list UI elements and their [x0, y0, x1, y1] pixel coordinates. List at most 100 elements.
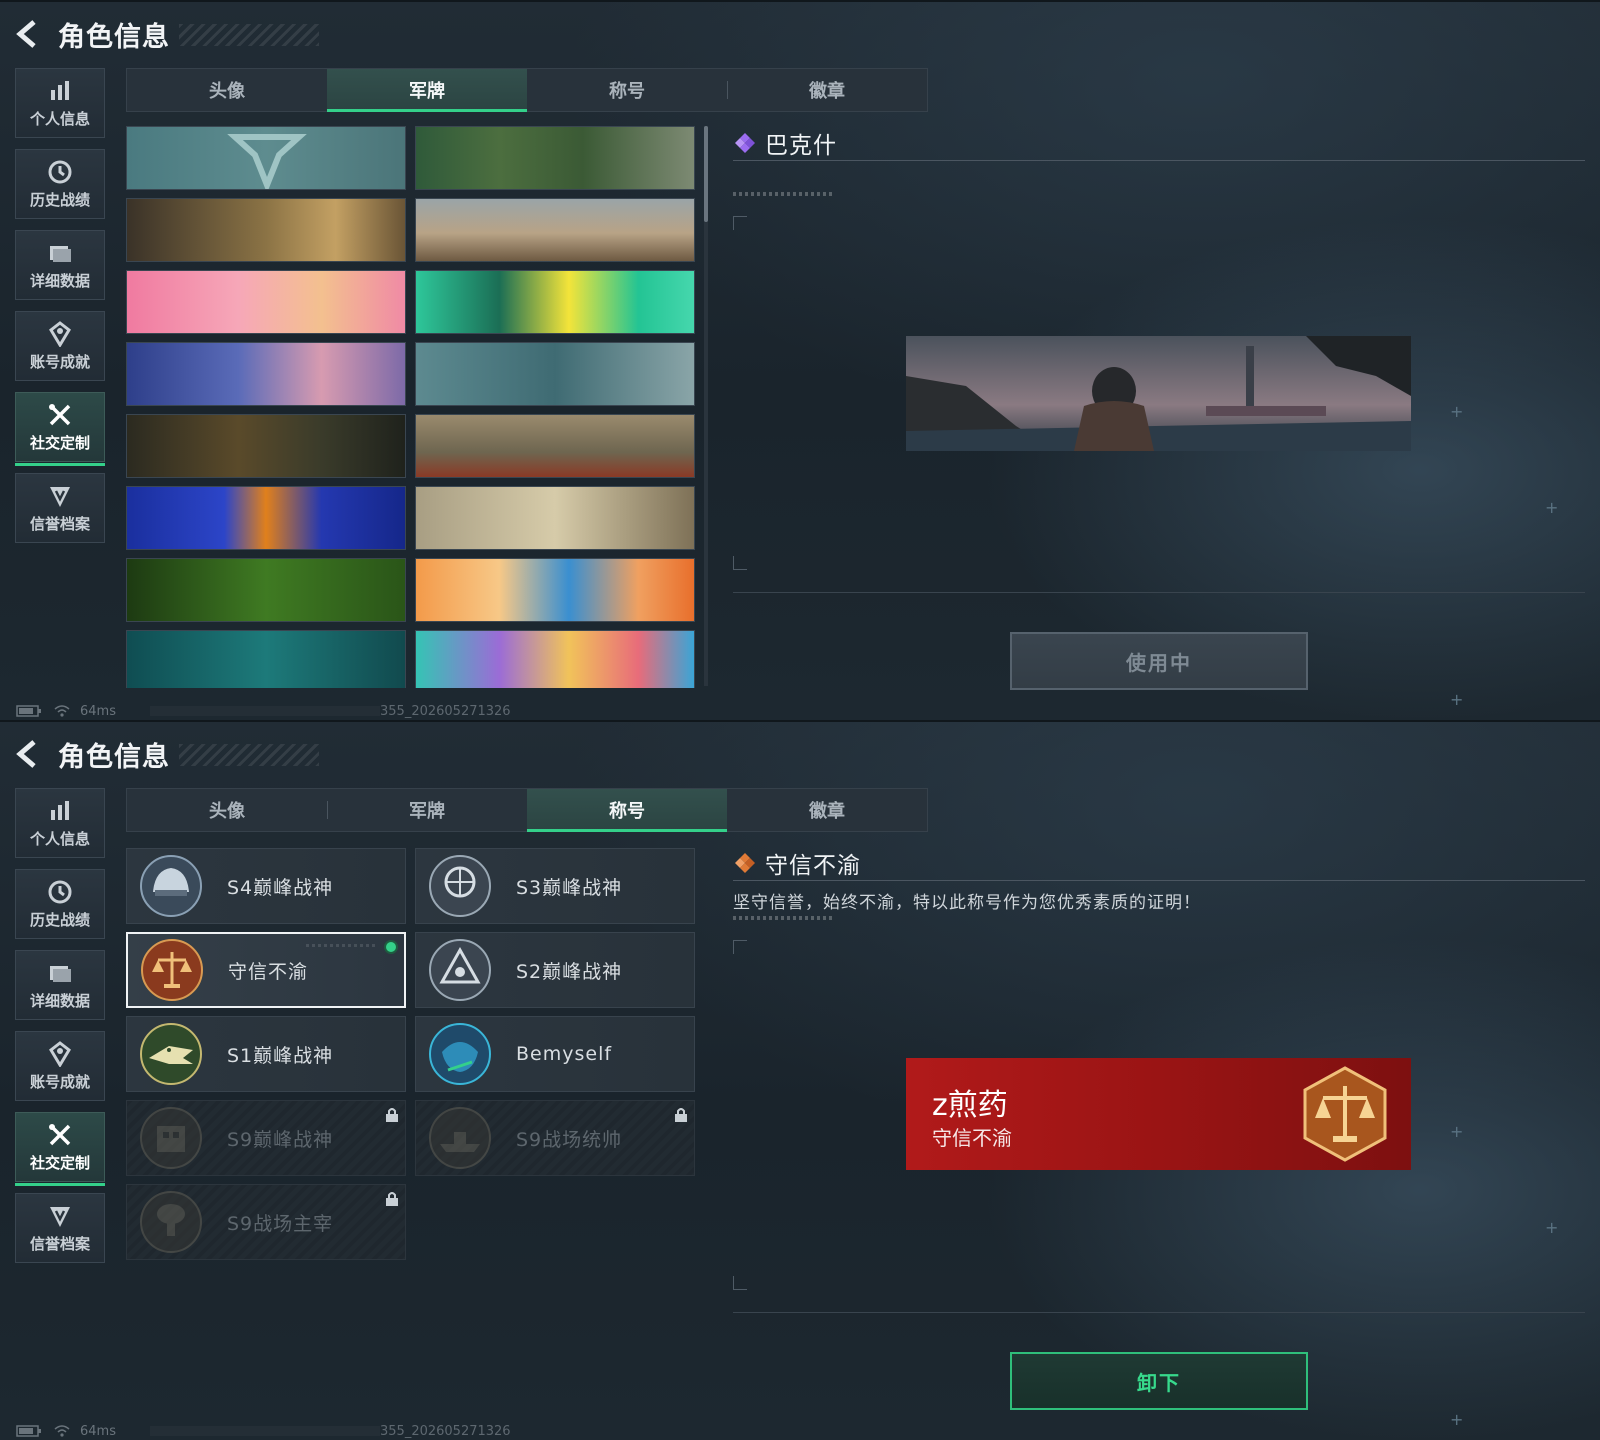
- banner-item[interactable]: [415, 558, 695, 622]
- frame-corner: [733, 1276, 747, 1290]
- banner-item[interactable]: [415, 270, 695, 334]
- lock-icon: [386, 1192, 398, 1206]
- title-card-selected[interactable]: 守信不渝: [126, 932, 406, 1008]
- shield-v-icon: [50, 486, 70, 507]
- header: 角色信息: [14, 734, 319, 774]
- decoration-ticks: [733, 916, 833, 920]
- achievement-icon: [49, 320, 71, 347]
- banner-item[interactable]: [126, 126, 406, 190]
- divider: [733, 592, 1585, 593]
- sidebar-item-details[interactable]: 详细数据: [15, 230, 105, 300]
- rarity-diamond-icon: [735, 853, 755, 873]
- title-preview-card: z煎药 守信不渝: [906, 1058, 1411, 1170]
- banner-item[interactable]: [415, 414, 695, 478]
- banner-item[interactable]: [126, 270, 406, 334]
- title-card[interactable]: Bemyself: [415, 1016, 695, 1092]
- banner-preview: [906, 336, 1411, 451]
- back-arrow-icon[interactable]: [14, 739, 44, 769]
- item-description: 坚守信誉，始终不渝，特以此称号作为您优秀素质的证明！: [733, 893, 1201, 913]
- scales-emblem-icon: [1303, 1066, 1387, 1162]
- bar-chart-icon: [51, 80, 69, 100]
- sidebar-item-social-custom[interactable]: 社交定制: [15, 392, 105, 466]
- tab-avatar[interactable]: 头像: [127, 789, 327, 831]
- tab-badge[interactable]: 徽章: [727, 789, 927, 831]
- banner-item[interactable]: [126, 486, 406, 550]
- banner-item[interactable]: [415, 342, 695, 406]
- sidebar-item-achievements[interactable]: 账号成就: [15, 1031, 105, 1101]
- back-arrow-icon[interactable]: [14, 19, 44, 49]
- wifi-icon: [54, 705, 70, 717]
- header: 角色信息: [14, 14, 319, 54]
- banner-item[interactable]: [415, 630, 695, 688]
- tab-avatar[interactable]: 头像: [127, 69, 327, 111]
- triangle-emblem-icon: [429, 939, 491, 1001]
- lock-icon: [386, 1108, 398, 1122]
- sidebar-item-reputation[interactable]: 信誉档案: [15, 1193, 105, 1263]
- divider: [733, 160, 1585, 161]
- sidebar-item-personal-info[interactable]: 个人信息: [15, 788, 105, 858]
- preview-title: 守信不渝: [932, 1126, 1012, 1150]
- sidebar-item-achievements[interactable]: 账号成就: [15, 311, 105, 381]
- frame-corner: [733, 216, 747, 230]
- banner-item[interactable]: [126, 342, 406, 406]
- banner-preview-art: [906, 336, 1411, 451]
- banner-item[interactable]: [126, 198, 406, 262]
- banner-item[interactable]: [126, 414, 406, 478]
- sidebar-label: 社交定制: [29, 1153, 90, 1172]
- decoration-plus: +: [1545, 498, 1559, 517]
- tools-icon: [49, 403, 71, 425]
- divider: [733, 880, 1585, 881]
- footer-bar: [150, 1426, 380, 1436]
- divider: [733, 1312, 1585, 1313]
- rarity-diamond-icon: [735, 133, 755, 153]
- title-card-locked[interactable]: S9战场统帅: [415, 1100, 695, 1176]
- in-use-button[interactable]: 使用中: [1010, 632, 1308, 690]
- item-title-row: 巴克什: [733, 126, 837, 160]
- page-title: 角色信息: [58, 21, 170, 53]
- sidebar-item-history[interactable]: 历史战绩: [15, 149, 105, 219]
- banner-item[interactable]: [415, 198, 695, 262]
- title-card-locked[interactable]: S9战场主宰: [126, 1184, 406, 1260]
- sidebar-item-personal-info[interactable]: 个人信息: [15, 68, 105, 138]
- title-card[interactable]: S2巅峰战神: [415, 932, 695, 1008]
- title-card[interactable]: S4巅峰战神: [126, 848, 406, 924]
- title-card[interactable]: S3巅峰战神: [415, 848, 695, 924]
- crocodile-emblem-icon: [140, 1023, 202, 1085]
- banner-screen: 角色信息 个人信息 历史战绩 详细数据 账号成就 社交定制 信誉档案 头像 军牌…: [0, 0, 1600, 720]
- title-label: S9巅峰战神: [227, 1128, 334, 1151]
- mask-emblem-icon: [429, 1023, 491, 1085]
- banner-item[interactable]: [126, 630, 406, 688]
- unequip-button[interactable]: 卸下: [1010, 1352, 1308, 1410]
- title-label: S4巅峰战神: [227, 876, 334, 899]
- page-title: 角色信息: [58, 741, 170, 773]
- decoration-plus: +: [1450, 690, 1464, 709]
- battery-icon: [16, 1425, 41, 1437]
- sidebar-item-reputation[interactable]: 信誉档案: [15, 473, 105, 543]
- tab-dogtag[interactable]: 军牌: [327, 69, 527, 112]
- tab-dogtag[interactable]: 军牌: [327, 789, 527, 831]
- banner-item[interactable]: [126, 558, 406, 622]
- sidebar-item-social-custom[interactable]: 社交定制: [15, 1112, 105, 1186]
- sidebar-item-history[interactable]: 历史战绩: [15, 869, 105, 939]
- tab-title[interactable]: 称号: [527, 789, 727, 832]
- banner-grid: [126, 126, 708, 688]
- footer-bar: [150, 706, 380, 716]
- tab-title[interactable]: 称号: [527, 69, 727, 111]
- tab-badge[interactable]: 徽章: [727, 69, 927, 111]
- decoration-plus: +: [1545, 1218, 1559, 1237]
- banner-item[interactable]: [415, 486, 695, 550]
- title-card-locked[interactable]: S9巅峰战神: [126, 1100, 406, 1176]
- scrollbar-thumb[interactable]: [704, 126, 708, 222]
- folder-icon: [50, 965, 71, 982]
- globe-emblem-icon: [429, 855, 491, 917]
- title-label: S9战场统帅: [516, 1128, 623, 1151]
- banner-item[interactable]: [415, 126, 695, 190]
- title-label: S3巅峰战神: [516, 876, 623, 899]
- bar-chart-icon: [51, 800, 69, 820]
- title-card[interactable]: S1巅峰战神: [126, 1016, 406, 1092]
- sidebar-label: 信誉档案: [29, 1234, 90, 1253]
- sidebar-item-details[interactable]: 详细数据: [15, 950, 105, 1020]
- status-bar: 64ms: [16, 702, 116, 720]
- shield-v-icon: [50, 1206, 70, 1227]
- title-decoration: [179, 24, 319, 46]
